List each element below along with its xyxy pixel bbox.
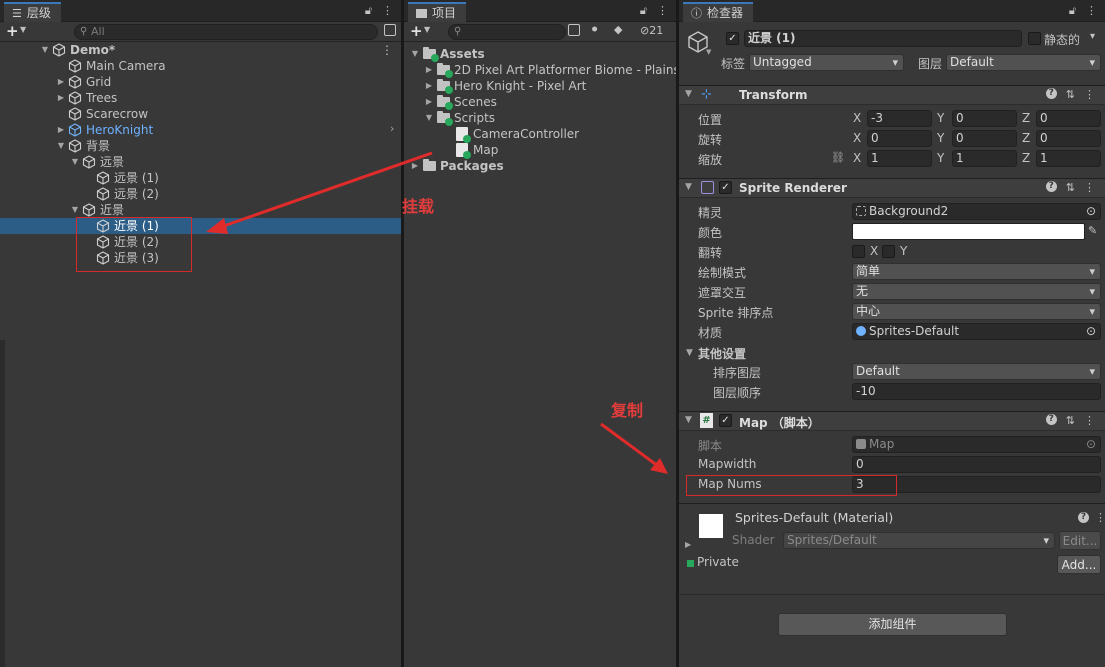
copy-annotation: 复制 <box>611 401 644 420</box>
mount-arrow <box>217 151 433 230</box>
mount-arrowhead <box>206 218 228 234</box>
annotation-arrows <box>206 151 668 474</box>
copy-arrow <box>600 422 659 468</box>
mount-annotation: 挂载 <box>402 197 435 216</box>
